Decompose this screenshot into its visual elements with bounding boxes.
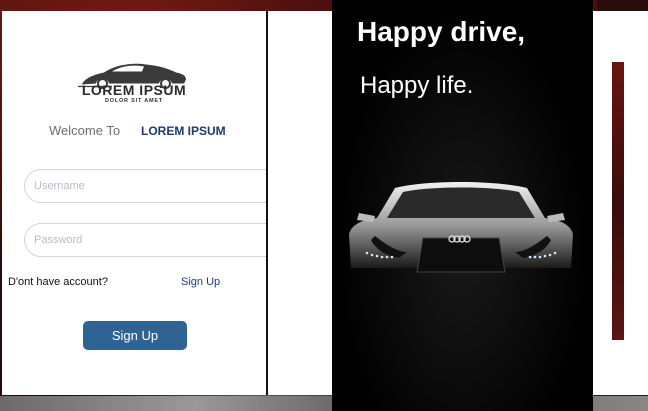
welcome-brand: LOREM IPSUM	[141, 124, 226, 138]
welcome-text: Welcome To	[49, 123, 121, 138]
login-panel: LOREM IPSUM DOLOR SIT AMET Welcome To LO…	[2, 11, 290, 395]
right-strip	[612, 62, 624, 340]
car-front-icon	[349, 182, 573, 273]
password-input[interactable]	[24, 223, 290, 257]
promo-subline: Happy life.	[360, 72, 474, 99]
promo-headline: Happy drive,	[357, 16, 526, 47]
signup-button[interactable]: Sign Up	[83, 321, 187, 350]
panel-gap	[268, 11, 332, 395]
signup-link[interactable]: Sign Up	[181, 276, 220, 288]
logo-title: LOREM IPSUM	[81, 82, 187, 98]
username-input[interactable]	[24, 169, 290, 203]
right-top-edge	[597, 0, 648, 11]
no-account-label: D'ont have account?	[8, 276, 108, 288]
logo-subtitle: DOLOR SIT AMET	[104, 98, 164, 104]
